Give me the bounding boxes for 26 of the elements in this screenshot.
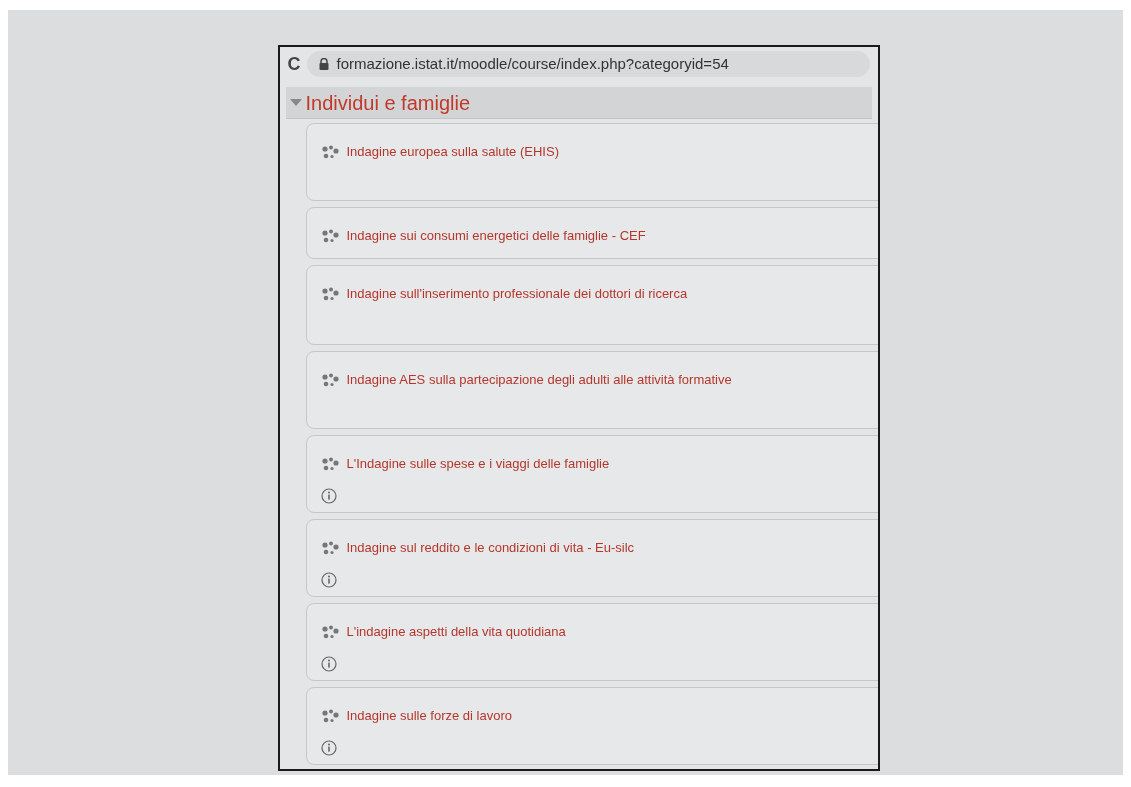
course-icon (320, 286, 339, 301)
category-header[interactable]: Individui e famiglie (285, 87, 872, 119)
course-link[interactable]: Indagine AES sulla partecipazione degli adulti alle attività formative (346, 370, 732, 390)
course-link[interactable]: Indagine sull'inserimento professionale dei dottori di ricerca (346, 284, 688, 304)
course-icon (320, 372, 339, 387)
lock-icon (318, 58, 329, 70)
course-link[interactable]: L'Indagine sulle spese e i viaggi delle famiglie (346, 454, 610, 474)
category-title: Individui e famiglie (305, 90, 471, 116)
course-link[interactable]: Indagine sul reddito e le condizioni di vita - Eu-silc (346, 538, 635, 558)
course-link[interactable]: Indagine sui consumi energetici delle famiglie - CEF (346, 226, 646, 246)
info-icon[interactable] (320, 655, 337, 672)
course-icon (320, 228, 339, 243)
course-icon (320, 540, 339, 555)
course-icon (320, 144, 339, 159)
info-icon[interactable] (320, 739, 337, 756)
course-icon (320, 708, 339, 723)
course-icon (320, 624, 339, 639)
address-bar[interactable]: formazione.istat.it/moodle/course/index.php?categoryid=54 (306, 51, 870, 77)
course-icon (320, 456, 339, 471)
course-link[interactable]: Indagine europea sulla salute (EHIS) (346, 142, 559, 162)
reload-button[interactable]: C (287, 50, 301, 78)
info-icon[interactable] (320, 571, 337, 588)
url-text: formazione.istat.it/moodle/course/index.php?categoryid=54 (336, 53, 729, 74)
course-link[interactable]: L'indagine aspetti della vita quotidiana (346, 622, 566, 642)
info-icon[interactable] (320, 487, 337, 504)
course-link[interactable]: Indagine sulle forze di lavoro (346, 706, 512, 726)
